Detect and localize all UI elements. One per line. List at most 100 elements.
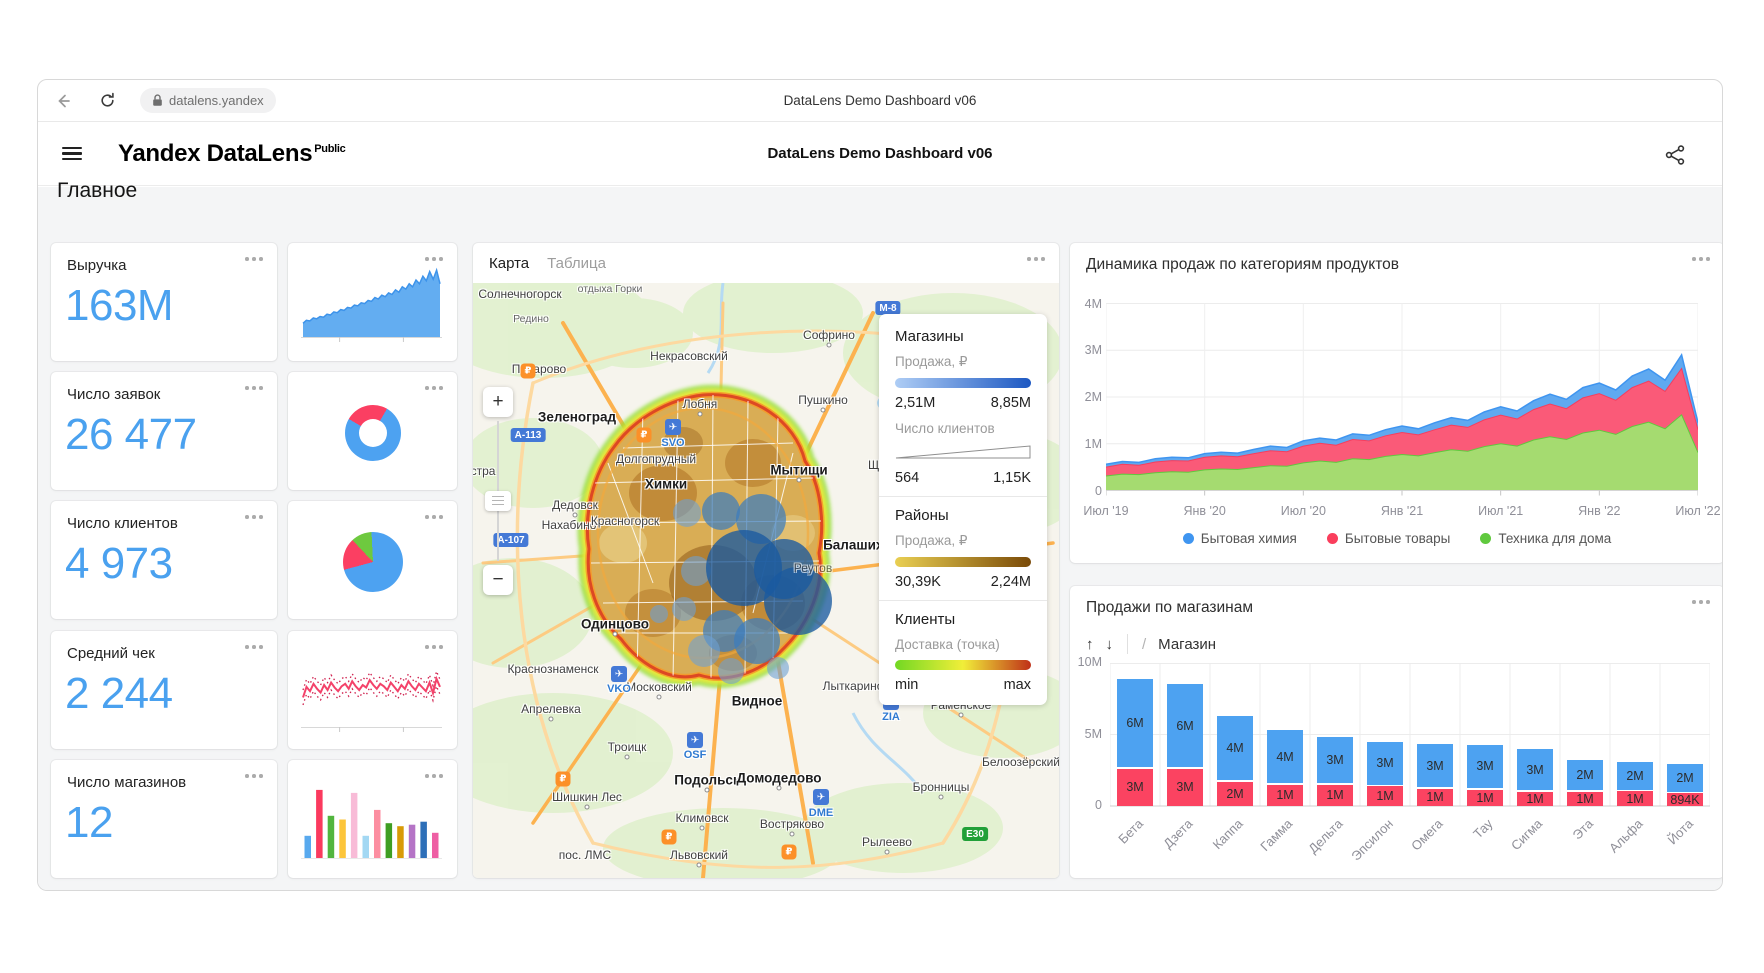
y-tick-label: 10M <box>1070 655 1102 669</box>
map-zoom-in-button[interactable]: + <box>483 387 513 417</box>
airport-icon: ✈ <box>665 419 681 435</box>
map-label: Климовск <box>675 811 728 825</box>
kpi-value: 26 477 <box>65 410 197 460</box>
minichart-card-clients-pie <box>288 501 457 619</box>
kpi-card-clients: Число клиентов 4 973 <box>51 501 277 619</box>
store-name-label: Гамма <box>1258 816 1296 854</box>
card-menu-button[interactable] <box>245 515 263 519</box>
map-label: Некрасовский <box>650 349 728 363</box>
legend-metric-label: Продажа, ₽ <box>895 354 1031 370</box>
bar-value-label: 1M <box>1414 790 1456 804</box>
x-tick-label: Янв '20 <box>1183 504 1225 518</box>
chart-title: Продажи по магазинам <box>1086 599 1253 617</box>
menu-hamburger-icon[interactable] <box>62 147 82 161</box>
sort-descending-button[interactable]: ↓ <box>1106 636 1114 653</box>
x-tick-label: Июл '20 <box>1281 504 1326 518</box>
legend-gradient-districts <box>895 557 1031 567</box>
kpi-label: Число магазинов <box>67 774 186 791</box>
kpi-label: Средний чек <box>67 645 155 662</box>
map-label: Шишкин Лес <box>552 790 622 804</box>
bar-value-label: 3M <box>1317 753 1353 767</box>
map-label: Домодедово <box>737 771 822 786</box>
bar-value-label: 6M <box>1167 719 1203 733</box>
bar-value-label: 6M <box>1117 716 1153 730</box>
tab-table[interactable]: Таблица <box>547 255 606 272</box>
map-label: Солнечногорск <box>478 287 561 301</box>
map-label: Химки <box>645 477 687 492</box>
map-zoom-handle[interactable] <box>485 491 511 511</box>
map-label: VKO <box>607 683 631 695</box>
back-button[interactable] <box>52 90 74 112</box>
map-label: Нахабино <box>542 518 597 532</box>
bar-value-label: 3M <box>1164 780 1206 794</box>
store-name-label: Тау <box>1470 816 1495 841</box>
dynamics-chart-card: Динамика продаж по категориям продуктов … <box>1070 243 1723 563</box>
map-label: Красногорск <box>591 514 659 528</box>
x-tick-label: Янв '21 <box>1381 504 1423 518</box>
card-menu-button[interactable] <box>1692 600 1710 604</box>
map-label: Зеленоград <box>538 410 616 425</box>
legend-min-value: min <box>895 677 918 693</box>
store-name-label: Дзета <box>1160 816 1195 851</box>
bar-value-label: 3M <box>1114 780 1156 794</box>
bar-value-label: 2M <box>1617 769 1653 783</box>
card-menu-button[interactable] <box>425 515 443 519</box>
browser-window: datalens.yandex DataLens Demo Dashboard … <box>37 79 1723 891</box>
card-menu-button[interactable] <box>1692 257 1710 261</box>
map-label: Троицк <box>608 740 647 754</box>
card-menu-button[interactable] <box>245 645 263 649</box>
browser-tab-title: DataLens Demo Dashboard v06 <box>38 93 1722 108</box>
dynamics-x-axis: Июл '19Янв '20Июл '20Янв '21Июл '21Янв '… <box>1106 504 1698 522</box>
bar-value-label: 4M <box>1217 741 1253 755</box>
sort-ascending-button[interactable]: ↑ <box>1086 636 1094 653</box>
bar-value-label: 1M <box>1514 792 1556 806</box>
app-logo[interactable]: Yandex DataLensPublic <box>118 140 345 168</box>
map-label: Видное <box>732 694 783 709</box>
store-name-label: Эпсилон <box>1348 816 1396 864</box>
avg-check-line-chart <box>288 631 457 749</box>
sort-field-label[interactable]: Магазин <box>1158 636 1216 653</box>
fuel-station-icon: ₽ <box>521 364 536 379</box>
map-zoom-out-button[interactable]: − <box>483 565 513 595</box>
card-menu-button[interactable] <box>1027 257 1045 261</box>
card-menu-button[interactable] <box>245 774 263 778</box>
stores-plot-area: 6M3M6M3M4M2M4M1M3M1M3M1M3M1M3M1M3M1M2M1M… <box>1110 663 1710 806</box>
y-tick-label: 3M <box>1070 343 1102 357</box>
bar-value-label: 1M <box>1314 788 1356 802</box>
app-header: Yandex DataLensPublic DataLens Demo Dash… <box>38 122 1722 186</box>
map-label: отдыха Горки <box>578 283 643 295</box>
map-label: Востряково <box>760 817 824 831</box>
legend-item[interactable]: Бытовые товары <box>1327 531 1451 546</box>
bar-value-label: 4M <box>1267 750 1303 764</box>
address-bar[interactable]: datalens.yandex <box>140 88 276 113</box>
map-label: Долгопрудный <box>616 452 696 466</box>
bar-value-label: 1M <box>1364 789 1406 803</box>
bar-value-label: 2M <box>1667 771 1703 785</box>
share-button[interactable] <box>1664 144 1686 171</box>
reload-button[interactable] <box>96 90 118 112</box>
store-name-label: Альфа <box>1606 816 1646 856</box>
legend-item[interactable]: Бытовая химия <box>1183 531 1297 546</box>
bar-value-label: 3M <box>1367 756 1403 770</box>
legend-max-value: max <box>1004 677 1031 693</box>
map-label: Одинцово <box>581 617 649 632</box>
map-label: Лобня <box>683 397 718 411</box>
card-menu-button[interactable] <box>425 386 443 390</box>
card-menu-button[interactable] <box>425 645 443 649</box>
minichart-card-orders-donut <box>288 372 457 490</box>
card-menu-button[interactable] <box>425 774 443 778</box>
kpi-card-orders: Число заявок 26 477 <box>51 372 277 490</box>
card-menu-button[interactable] <box>245 386 263 390</box>
kpi-card-avg-check: Средний чек 2 244 <box>51 631 277 749</box>
legend-section-title: Клиенты <box>895 611 1031 628</box>
legend-max-value: 8,85M <box>991 395 1031 411</box>
card-menu-button[interactable] <box>425 257 443 261</box>
kpi-value: 12 <box>65 798 113 848</box>
legend-item[interactable]: Техника для дома <box>1480 531 1611 546</box>
fuel-station-icon: ₽ <box>637 428 652 443</box>
kpi-label: Число заявок <box>67 386 160 403</box>
tab-map[interactable]: Карта <box>489 255 529 272</box>
map-viewport[interactable]: Солнечногорскотдыха ГоркиРединоПоваровоЗ… <box>473 283 1059 878</box>
card-menu-button[interactable] <box>245 257 263 261</box>
share-icon <box>1664 144 1686 166</box>
